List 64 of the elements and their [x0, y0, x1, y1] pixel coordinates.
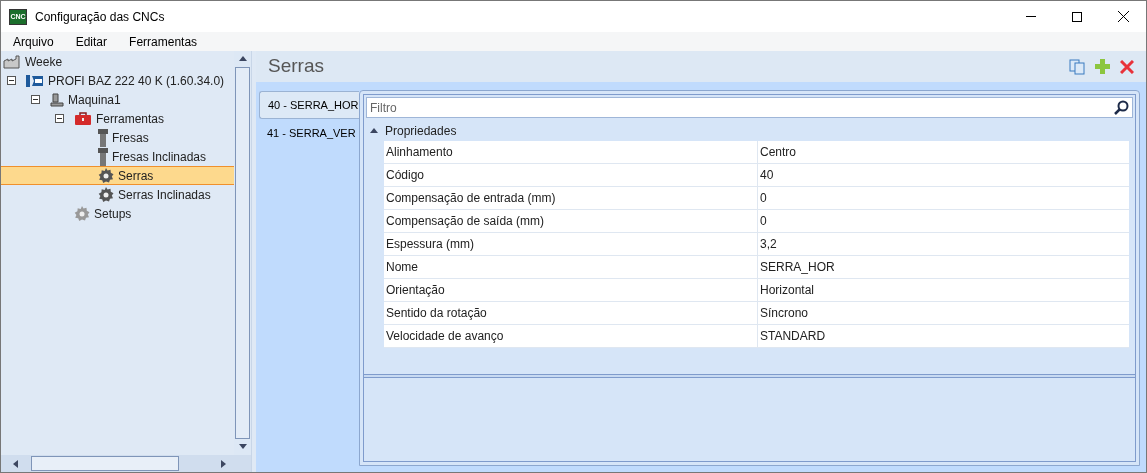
tree-label: Setups	[94, 205, 132, 223]
property-value[interactable]: STANDARD	[758, 325, 1129, 347]
scroll-right-icon[interactable]	[220, 459, 228, 468]
tree-label: PROFI BAZ 222 40 K (1.60.34.0)	[48, 72, 225, 90]
scroll-down-icon[interactable]	[238, 443, 247, 451]
tree-item[interactable]: Serras	[1, 166, 234, 185]
property-name: Código	[384, 164, 758, 186]
property-value[interactable]: Centro	[758, 141, 1129, 163]
search-icon[interactable]	[1114, 100, 1129, 115]
end-mill-icon	[98, 147, 108, 166]
tree-item[interactable]: Fresas	[1, 128, 234, 147]
tree-label: Serras	[118, 167, 154, 185]
menu-item[interactable]: Arquivo	[13, 32, 54, 51]
tree-label: Fresas	[112, 129, 149, 147]
machine-logo-icon	[26, 73, 44, 88]
property-name: Compensação de saída (mm)	[384, 210, 758, 232]
property-name: Alinhamento	[384, 141, 758, 163]
property-value[interactable]: Síncrono	[758, 302, 1129, 324]
panel-title: Serras	[268, 54, 324, 79]
menu-item[interactable]: Editar	[75, 32, 108, 51]
collapse-icon[interactable]	[370, 126, 378, 135]
tree-item[interactable]: Serras Inclinadas	[1, 185, 234, 204]
tree-item[interactable]: Weeke	[1, 52, 234, 71]
tree-label: Ferramentas	[96, 110, 165, 128]
tree-item[interactable]: PROFI BAZ 222 40 K (1.60.34.0)	[1, 71, 234, 90]
property-value[interactable]: 3,2	[758, 233, 1129, 255]
scroll-left-icon[interactable]	[12, 459, 20, 468]
property-name: Sentido da rotação	[384, 302, 758, 324]
delete-icon[interactable]	[1120, 59, 1134, 74]
property-name: Velocidade de avanço	[384, 325, 758, 347]
gear-icon	[74, 205, 90, 222]
machine-icon	[50, 92, 64, 107]
scroll-up-icon[interactable]	[238, 55, 247, 63]
tree-label: Fresas Inclinadas	[112, 148, 207, 166]
property-value[interactable]: 40	[758, 164, 1129, 186]
tool-tab[interactable]: 40 - SERRA_HOR	[259, 91, 359, 119]
saw-blade-icon	[98, 167, 114, 184]
property-name: Orientação	[384, 279, 758, 301]
tree-label: Weeke	[25, 53, 63, 71]
expander-icon[interactable]	[31, 95, 40, 104]
expander-icon[interactable]	[55, 114, 64, 123]
horizontal-scrollbar[interactable]	[1, 455, 251, 472]
end-mill-icon	[98, 128, 108, 147]
property-value[interactable]: SERRA_HOR	[758, 256, 1129, 278]
window-title: Configuração das CNCs	[35, 8, 165, 26]
tree-item[interactable]: Maquina1	[1, 90, 234, 109]
tree-item[interactable]: Fresas Inclinadas	[1, 147, 234, 166]
tool-tab[interactable]: 41 - SERRA_VER	[259, 119, 359, 147]
menu-item[interactable]: Ferramentas	[129, 32, 198, 51]
property-name: Espessura (mm)	[384, 233, 758, 255]
tree-item[interactable]: Ferramentas	[1, 109, 234, 128]
saw-blade-icon	[98, 186, 114, 203]
tree-label: Maquina1	[68, 91, 121, 109]
property-value[interactable]: 0	[758, 210, 1129, 232]
tree-item[interactable]: Setups	[1, 204, 234, 223]
toolbox-icon	[74, 111, 92, 126]
property-name: Nome	[384, 256, 758, 278]
factory-icon	[3, 54, 21, 69]
property-value[interactable]: Horizontal	[758, 279, 1129, 301]
category-header: Propriedades	[385, 122, 457, 140]
expander-icon[interactable]	[7, 76, 16, 85]
property-value[interactable]: 0	[758, 187, 1129, 209]
property-name: Compensação de entrada (mm)	[384, 187, 758, 209]
tree-label: Serras Inclinadas	[118, 186, 211, 204]
